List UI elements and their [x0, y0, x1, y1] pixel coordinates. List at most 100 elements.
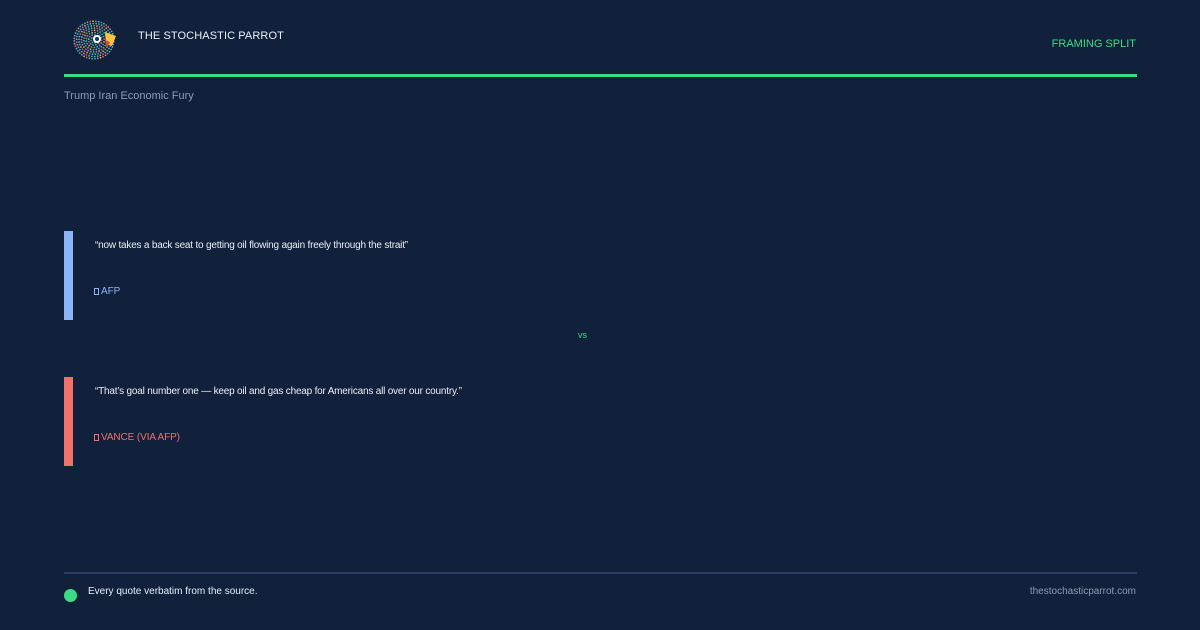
logo-dot — [85, 53, 88, 56]
logo-dot — [75, 47, 78, 50]
footer-url[interactable]: thestochasticparrot.com — [1030, 586, 1136, 597]
logo-dot — [96, 45, 99, 48]
logo-dot — [111, 32, 114, 35]
logo-dot — [96, 29, 99, 32]
logo-dot — [102, 35, 105, 38]
logo-dot — [96, 27, 99, 30]
logo-dot — [88, 28, 90, 30]
logo-dot — [76, 50, 79, 52]
logo-dot — [90, 27, 93, 30]
logo-dot — [105, 27, 108, 30]
logo-dot — [99, 51, 102, 54]
logo-dot — [94, 53, 97, 56]
logo-dot — [103, 38, 106, 41]
logo-dot — [88, 30, 90, 33]
status-dot-icon — [64, 589, 77, 602]
logo-dot — [101, 30, 104, 32]
logo-dot — [83, 50, 86, 53]
logo-dot — [91, 55, 93, 58]
logo-dot — [96, 25, 98, 27]
logo-dot — [78, 38, 80, 41]
logo-dot — [110, 30, 113, 33]
story-topic: Trump Iran Economic Fury — [64, 90, 194, 102]
header-divider — [64, 74, 1137, 77]
logo-dot — [108, 47, 110, 50]
logo-dot — [96, 57, 99, 60]
quote-card-1: “now takes a back seat to getting oil fl… — [64, 231, 764, 320]
logo-dot — [80, 46, 82, 48]
logo-dot — [97, 52, 100, 55]
brand-name: THE STOCHASTIC PARROT — [138, 30, 284, 42]
logo-dot — [91, 31, 94, 34]
logo-dot — [87, 49, 90, 52]
logo-dot — [85, 27, 87, 29]
logo-dot — [81, 23, 84, 26]
logo-dot — [100, 39, 103, 42]
logo-dot — [111, 46, 114, 48]
logo-dot — [94, 31, 96, 34]
logo-dot — [73, 40, 76, 42]
logo-dot — [92, 48, 95, 51]
logo-dot — [102, 22, 105, 25]
parrot-logo-icon — [70, 18, 118, 62]
logo-dot — [73, 34, 76, 37]
logo-dot — [80, 53, 83, 56]
logo-dot — [94, 57, 96, 60]
logo-dot — [79, 33, 82, 35]
logo-dot — [83, 31, 86, 34]
logo-dot — [86, 23, 89, 26]
logo-dot — [98, 50, 100, 52]
attribution-icon — [94, 288, 99, 295]
logo-dot — [92, 51, 95, 53]
logo-dot — [78, 35, 81, 38]
quote-accent-bar — [64, 377, 73, 466]
logo-dot — [86, 34, 89, 37]
logo-dot — [86, 21, 89, 24]
section-tag: FRAMING SPLIT — [1051, 38, 1136, 50]
logo-dot — [91, 34, 93, 37]
logo-dot — [73, 42, 76, 45]
logo-dot — [85, 29, 88, 32]
logo-dot — [98, 28, 101, 31]
logo-dot — [78, 43, 81, 46]
logo-dot — [85, 44, 87, 47]
logo-dot — [80, 38, 83, 41]
logo-dot — [90, 25, 93, 27]
logo-dot — [102, 55, 104, 58]
logo-dot — [107, 29, 110, 32]
logo-dot — [104, 48, 107, 51]
logo-dot — [83, 52, 85, 55]
logo-dot — [100, 21, 103, 24]
logo-dot — [81, 26, 84, 29]
logo-dot — [78, 52, 81, 54]
logo-dot — [91, 41, 94, 44]
logo-dot — [103, 25, 105, 28]
logo-dot — [100, 24, 103, 27]
logo-dot — [101, 27, 104, 29]
logo-dot — [76, 33, 79, 35]
logo-dot — [92, 44, 95, 46]
logo-dot — [95, 48, 98, 51]
logo-dot — [82, 39, 85, 42]
footer-divider — [64, 572, 1137, 574]
logo-dot — [93, 24, 95, 27]
logo-dot — [83, 42, 86, 45]
logo-dot — [86, 42, 89, 45]
logo-dot — [85, 32, 88, 35]
logo-dot — [79, 28, 82, 31]
logo-dot — [96, 55, 99, 58]
logo-dot — [80, 36, 83, 38]
logo-dot — [100, 48, 103, 51]
logo-dot — [104, 44, 107, 47]
logo-dot — [89, 22, 92, 25]
logo-dot — [78, 48, 81, 51]
logo-dot — [90, 29, 93, 32]
logo-dot — [74, 32, 77, 34]
logo-dot — [88, 40, 90, 43]
logo-dot — [91, 53, 94, 56]
logo-dot — [85, 40, 88, 42]
logo-dot — [76, 35, 78, 38]
logo-dot — [93, 29, 96, 32]
logo-dot — [75, 38, 78, 41]
logo-dot — [98, 44, 101, 47]
